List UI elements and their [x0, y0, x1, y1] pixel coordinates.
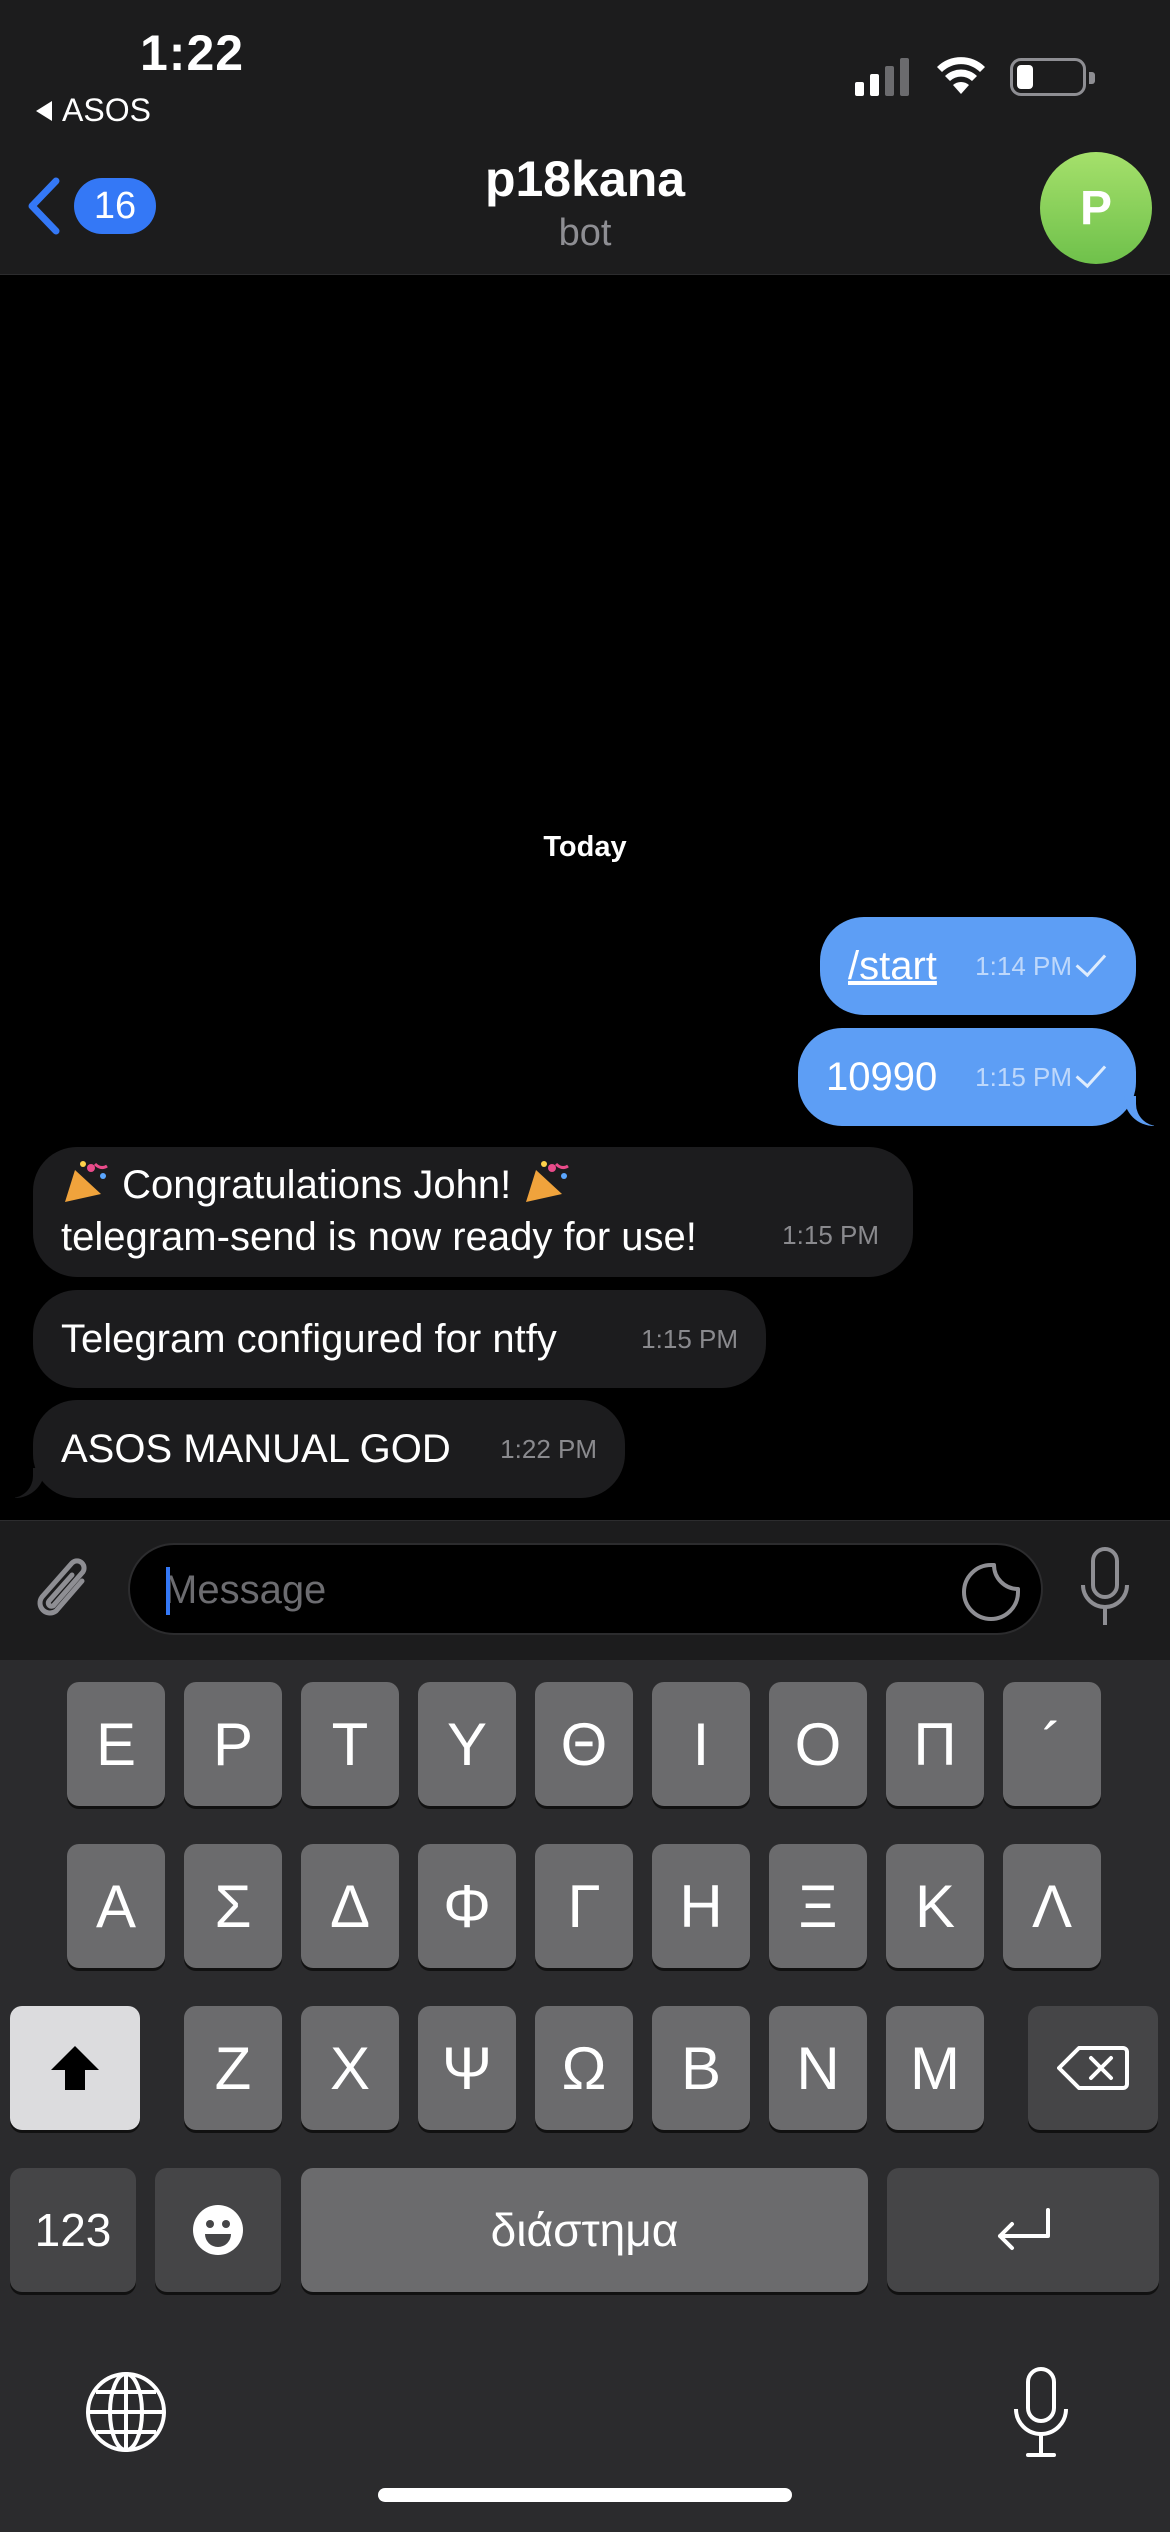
- key[interactable]: Ρ: [184, 1682, 282, 1806]
- microphone-icon[interactable]: [1075, 1545, 1135, 1633]
- outgoing-message[interactable]: /start 1:14 PM: [820, 917, 1136, 1015]
- message-line-2: telegram-send is now ready for use!: [61, 1215, 697, 1259]
- emoji-key[interactable]: [155, 2168, 281, 2292]
- party-popper-icon: [526, 1161, 570, 1202]
- home-indicator[interactable]: [378, 2488, 792, 2502]
- key[interactable]: Υ: [418, 1682, 516, 1806]
- message-text: Telegram configured for ntfy: [61, 1317, 557, 1361]
- date-separator: Today: [543, 831, 627, 863]
- chat-subtitle: bot: [558, 212, 612, 254]
- key[interactable]: Ζ: [184, 2006, 282, 2130]
- battery-icon: [1010, 58, 1095, 96]
- message-text: 10990: [826, 1055, 938, 1099]
- avatar-letter: P: [1079, 181, 1112, 235]
- key[interactable]: Ψ: [418, 2006, 516, 2130]
- wifi-icon: [937, 57, 985, 94]
- sticker-icon[interactable]: [960, 1561, 1022, 1623]
- message-input[interactable]: [164, 1561, 944, 1619]
- numbers-key[interactable]: 123: [10, 2168, 136, 2292]
- shift-arrow-icon: [51, 2046, 99, 2090]
- chat-title[interactable]: p18kana: [0, 150, 1170, 208]
- return-arrow-icon: [998, 2208, 1050, 2250]
- paperclip-icon[interactable]: [30, 1551, 98, 1631]
- read-check-icon: [1075, 1056, 1107, 1089]
- smiley-face-icon: [193, 2205, 243, 2255]
- key[interactable]: Μ: [886, 2006, 984, 2130]
- status-time: 1:22: [140, 25, 245, 81]
- back-triangle-icon: [36, 100, 52, 121]
- key[interactable]: Π: [886, 1682, 984, 1806]
- key[interactable]: Α: [67, 1844, 165, 1968]
- message-meta: 1:14 PM: [975, 940, 1108, 992]
- bot-command-link[interactable]: /start: [848, 940, 937, 992]
- message-time: 1:22 PM: [500, 1434, 597, 1464]
- incoming-message[interactable]: ASOS MANUAL GOD 1:22 PM: [11, 1400, 625, 1498]
- key[interactable]: Η: [652, 1844, 750, 1968]
- message-time: 1:14 PM: [975, 951, 1072, 981]
- key[interactable]: ´: [1003, 1682, 1101, 1806]
- message-meta: 1:15 PM: [975, 1051, 1108, 1103]
- shift-key[interactable]: [10, 2006, 140, 2130]
- bubble-tail: [11, 1468, 45, 1498]
- key[interactable]: Ι: [652, 1682, 750, 1806]
- top-bar: 1:22 ASOS 16 p18kana bot P: [0, 0, 1170, 275]
- key[interactable]: Ε: [67, 1682, 165, 1806]
- dictation-microphone-icon[interactable]: [1010, 2365, 1072, 2461]
- message-time: 1:15 PM: [975, 1062, 1072, 1092]
- delete-key[interactable]: [1028, 2006, 1158, 2130]
- key[interactable]: Ο: [769, 1682, 867, 1806]
- key[interactable]: Β: [652, 2006, 750, 2130]
- cellular-signal-icon: [855, 58, 909, 96]
- space-key[interactable]: διάστημα: [301, 2168, 868, 2292]
- back-app-label: ASOS: [62, 92, 151, 128]
- key[interactable]: Κ: [886, 1844, 984, 1968]
- key[interactable]: Τ: [301, 1682, 399, 1806]
- key[interactable]: Φ: [418, 1844, 516, 1968]
- key[interactable]: Σ: [184, 1844, 282, 1968]
- read-check-icon: [1075, 945, 1107, 978]
- party-popper-icon: [65, 1161, 108, 1202]
- message-time: 1:15 PM: [782, 1220, 879, 1250]
- backspace-icon: [1057, 2046, 1129, 2090]
- key[interactable]: Θ: [535, 1682, 633, 1806]
- return-key[interactable]: [887, 2168, 1159, 2292]
- message-field-container[interactable]: [128, 1543, 1043, 1635]
- incoming-message[interactable]: Congratulations John! telegram-send is n…: [33, 1147, 913, 1277]
- outgoing-message[interactable]: 10990 1:15 PM: [798, 1028, 1158, 1126]
- message-text: Congratulations John!: [122, 1163, 512, 1207]
- avatar[interactable]: P: [1040, 152, 1152, 264]
- text-caret: [166, 1567, 170, 1615]
- keyboard: Ε Ρ Τ Υ Θ Ι Ο Π ´ Α Σ Δ Φ Γ Η Ξ Κ Λ Ζ Χ …: [0, 1660, 1170, 2532]
- message-list[interactable]: Today /start 1:14 PM 10990 1:15 PM Congr…: [0, 275, 1170, 1520]
- back-to-app-link[interactable]: ASOS: [36, 92, 151, 129]
- key[interactable]: Ν: [769, 2006, 867, 2130]
- key[interactable]: Χ: [301, 2006, 399, 2130]
- key[interactable]: Γ: [535, 1844, 633, 1968]
- incoming-message[interactable]: Telegram configured for ntfy 1:15 PM: [33, 1290, 766, 1388]
- composer-bar: [0, 1520, 1170, 1660]
- message-text: ASOS MANUAL GOD: [61, 1427, 451, 1471]
- key[interactable]: Λ: [1003, 1844, 1101, 1968]
- message-time: 1:15 PM: [641, 1324, 738, 1354]
- key[interactable]: Δ: [301, 1844, 399, 1968]
- key[interactable]: Ω: [535, 2006, 633, 2130]
- key[interactable]: Ξ: [769, 1844, 867, 1968]
- bubble-tail: [1124, 1096, 1158, 1126]
- message-line-1: Congratulations John!: [61, 1159, 885, 1211]
- globe-icon[interactable]: [84, 2370, 168, 2454]
